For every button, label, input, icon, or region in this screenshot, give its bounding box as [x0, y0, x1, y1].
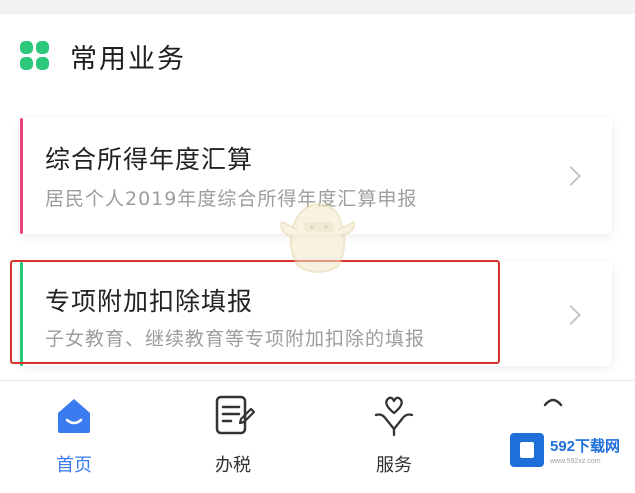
tab-label: 首页	[56, 455, 92, 476]
top-band	[0, 0, 635, 14]
mascot-watermark-icon	[280, 202, 356, 273]
site-watermark: 592下载网 www.592xz.com	[508, 426, 630, 474]
watermark-url: www.592xz.com	[550, 458, 601, 465]
tab-label: 服务	[376, 455, 412, 476]
site-logo-icon	[510, 433, 544, 467]
section-title: 常用业务	[70, 43, 186, 75]
document-edit-icon	[215, 395, 256, 435]
heart-hand-icon	[374, 396, 414, 437]
watermark-brand: 592下载网	[550, 438, 621, 455]
tab-label: 办税	[215, 455, 251, 476]
tab-home[interactable]: 首页	[29, 393, 119, 477]
chevron-right-icon	[561, 305, 581, 325]
card-title: 综合所得年度汇算	[45, 145, 254, 174]
tab-services[interactable]: 服务	[349, 393, 439, 477]
tab-tax[interactable]: 办税	[188, 393, 278, 477]
home-icon	[58, 399, 90, 433]
grid-apps-icon	[20, 41, 50, 71]
section-header: 常用业务	[20, 36, 186, 76]
highlight-box	[10, 260, 500, 364]
card-accent-bar	[20, 118, 23, 234]
chevron-right-icon	[561, 166, 581, 186]
